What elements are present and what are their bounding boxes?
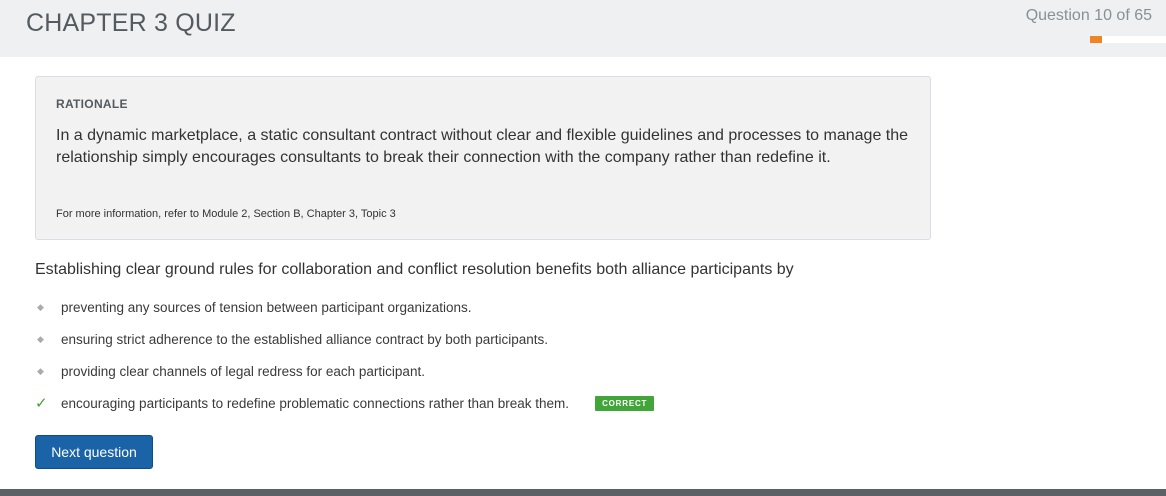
answer-text: preventing any sources of tension betwee…	[61, 299, 472, 315]
diamond-icon: ◆	[37, 365, 44, 376]
progress-bar	[1090, 36, 1166, 43]
diamond-icon: ◆	[37, 333, 44, 344]
progress-fill	[1090, 36, 1102, 43]
answer-text: encouraging participants to redefine pro…	[61, 395, 570, 411]
rationale-panel: RATIONALE In a dynamic marketplace, a st…	[35, 76, 931, 240]
answer-option-2[interactable]: ◆ ensuring strict adherence to the estab…	[35, 328, 755, 350]
next-question-button[interactable]: Next question	[35, 435, 153, 469]
page-title: CHAPTER 3 QUIZ	[26, 9, 236, 37]
question-counter: Question 10 of 65	[1025, 7, 1152, 24]
answer-text: ensuring strict adherence to the establi…	[61, 331, 549, 347]
question-stem: Establishing clear ground rules for coll…	[35, 261, 794, 278]
answer-text: providing clear channels of legal redres…	[61, 363, 425, 379]
diamond-icon: ◆	[37, 301, 44, 312]
answer-option-4[interactable]: ✓ encouraging participants to redefine p…	[35, 392, 755, 414]
correct-badge: CORRECT	[595, 395, 655, 411]
rationale-reference: For more information, refer to Module 2,…	[56, 208, 396, 220]
quiz-header: CHAPTER 3 QUIZ Question 10 of 65	[0, 0, 1166, 57]
rationale-text: In a dynamic marketplace, a static consu…	[56, 127, 909, 166]
answer-option-1[interactable]: ◆ preventing any sources of tension betw…	[35, 296, 755, 318]
footer-bar	[0, 489, 1166, 496]
checkmark-icon: ✓	[35, 395, 48, 412]
rationale-heading: RATIONALE	[56, 97, 128, 111]
answer-option-3[interactable]: ◆ providing clear channels of legal redr…	[35, 360, 755, 382]
